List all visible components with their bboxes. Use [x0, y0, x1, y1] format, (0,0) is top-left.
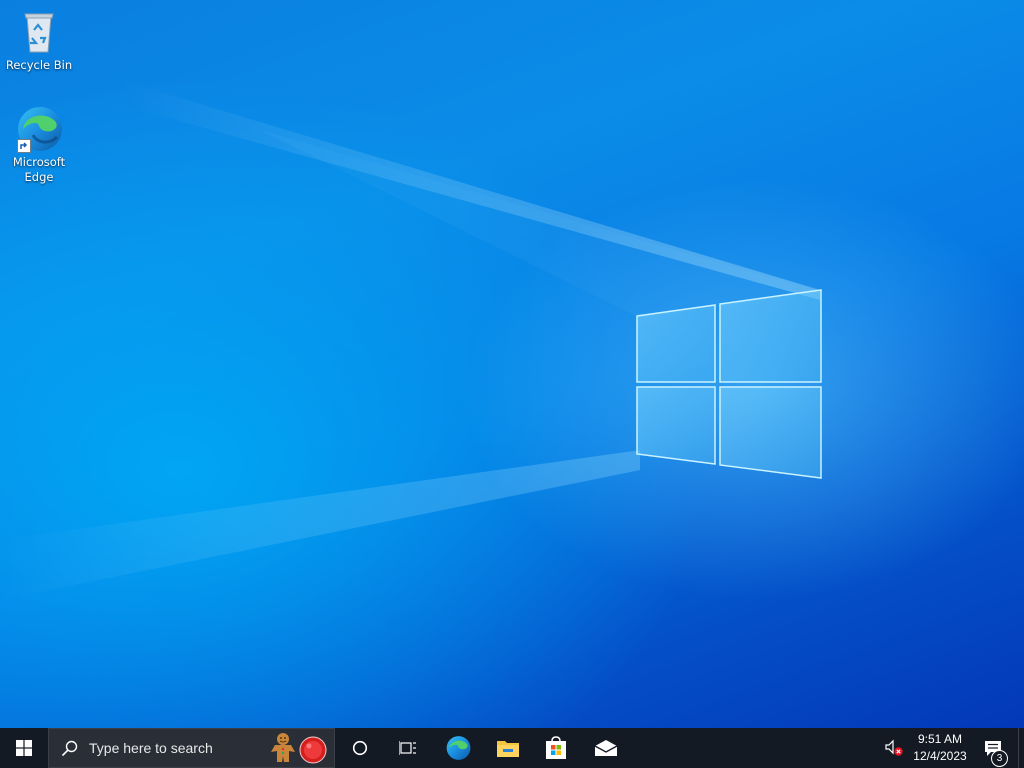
gingerbread-icon	[271, 733, 295, 762]
search-box[interactable]: Type here to search	[48, 728, 335, 768]
task-view-button[interactable]	[384, 728, 432, 768]
task-view-icon	[399, 741, 416, 755]
desktop-icon-recycle-bin[interactable]: Recycle Bin	[1, 8, 77, 73]
search-icon	[61, 740, 78, 757]
show-desktop-button[interactable]	[1018, 728, 1024, 768]
mail-icon	[594, 740, 618, 756]
taskbar: Type here to search 9:51 AM 12/4/2023	[0, 728, 1024, 768]
taskbar-store-button[interactable]	[532, 728, 580, 768]
wallpaper-light-beams	[0, 80, 820, 600]
wallpaper-windows-logo	[636, 289, 822, 479]
cortana-circle-icon	[352, 740, 368, 756]
microsoft-store-icon	[546, 736, 566, 759]
edge-icon	[15, 105, 63, 153]
volume-muted-icon	[885, 739, 903, 756]
taskbar-mail-button[interactable]	[582, 728, 630, 768]
recycle-bin-icon	[15, 8, 63, 56]
clock-time: 9:51 AM	[917, 732, 963, 746]
desktop-icon-microsoft-edge[interactable]: Microsoft Edge	[1, 105, 77, 185]
system-clock[interactable]: 9:51 AM 12/4/2023	[908, 731, 972, 765]
cortana-button[interactable]	[336, 728, 384, 768]
desktop-icon-label: Recycle Bin	[5, 58, 73, 72]
desktop-background[interactable]: Recycle Bin Microsoft Edge	[0, 0, 1024, 728]
taskbar-edge-button[interactable]	[434, 728, 482, 768]
shortcut-arrow-icon	[17, 139, 31, 153]
file-explorer-icon	[497, 741, 519, 757]
start-button[interactable]	[0, 728, 48, 768]
edge-icon	[446, 736, 471, 760]
clock-date: 12/4/2023	[913, 749, 967, 763]
red-ornament-icon	[299, 736, 327, 764]
windows-logo-icon	[16, 740, 32, 756]
search-placeholder: Type here to search	[89, 740, 213, 756]
taskbar-file-explorer-button[interactable]	[484, 728, 532, 768]
desktop-icon-label: Microsoft Edge	[12, 155, 66, 184]
notification-count-badge: 3	[991, 750, 1008, 767]
volume-button[interactable]	[880, 728, 908, 768]
